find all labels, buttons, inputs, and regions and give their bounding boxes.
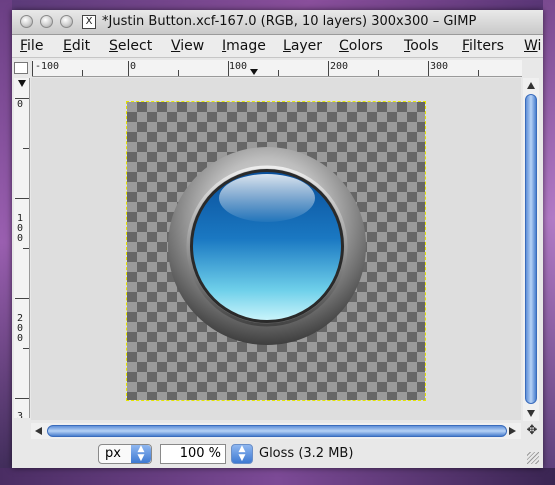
desktop-background-right [543,0,555,485]
glossy-button-artwork [168,147,366,345]
minimize-window-button[interactable] [40,15,53,28]
window-title: *Justin Button.xcf-167.0 (RGB, 10 layers… [102,14,477,29]
menu-image[interactable]: Image [222,38,266,54]
scroll-up-arrow-icon[interactable] [527,82,535,89]
navigate-icon[interactable]: ✥ [524,423,540,439]
ruler-label: 100 [229,61,248,72]
ruler-label: 300 [430,61,449,72]
x11-app-icon: X [82,15,96,29]
ruler-label: 3 [16,411,24,419]
desktop-background-bottom [0,468,555,485]
menu-colors[interactable]: Colors [339,38,383,54]
horizontal-scroll-thumb[interactable] [47,425,507,437]
scroll-down-arrow-icon[interactable] [527,410,535,417]
gloss-highlight [219,174,315,222]
resize-grip-icon[interactable] [527,452,539,464]
ruler-label: 2 0 0 [16,313,24,344]
unit-value: px [105,446,121,461]
ruler-label: 0 [130,61,137,72]
pointer-position-marker [18,80,26,87]
unit-selector[interactable]: px ▲ ▼ [98,444,152,464]
zoom-selector-up-down-arrows-icon[interactable]: ▲ ▼ [231,444,253,464]
menu-view[interactable]: View [171,38,204,54]
vertical-scroll-thumb[interactable] [525,94,537,404]
ruler-label: 200 [330,61,349,72]
vertical-scrollbar[interactable] [523,78,539,421]
zoom-input[interactable]: 100 % [160,444,226,464]
ruler-label: -100 [35,61,60,72]
pointer-position-marker [250,69,258,75]
status-message: Gloss (3.2 MB) [259,446,354,461]
horizontal-ruler[interactable]: -100 0 100 200 300 [32,60,522,77]
menu-file[interactable]: File [20,38,43,54]
menu-tools[interactable]: Tools [404,38,439,54]
menu-layer[interactable]: Layer [283,38,322,54]
status-bar: px ▲ ▼ 100 % ▲ ▼ Gloss (3.2 MB) [12,441,543,468]
menu-filters[interactable]: Filters [462,38,504,54]
menu-edit[interactable]: Edit [63,38,90,54]
scroll-right-arrow-icon[interactable] [509,427,516,435]
title-bar[interactable]: X *Justin Button.xcf-167.0 (RGB, 10 laye… [12,10,543,35]
vertical-ruler[interactable]: 0 1 0 0 2 0 0 3 [14,78,30,418]
up-down-arrows-icon[interactable]: ▲ ▼ [131,445,151,463]
ruler-label: 0 [16,99,24,110]
quick-mask-toggle[interactable] [14,62,28,74]
zoom-window-button[interactable] [60,15,73,28]
menu-select[interactable]: Select [109,38,152,54]
menu-bar: File Edit Select View Image Layer Colors… [12,35,543,58]
desktop-background-left [0,0,12,485]
gimp-image-window: X *Justin Button.xcf-167.0 (RGB, 10 laye… [12,10,543,468]
scroll-left-arrow-icon[interactable] [35,427,42,435]
close-window-button[interactable] [20,15,33,28]
image-canvas[interactable] [126,101,426,401]
canvas-area[interactable] [31,78,521,420]
horizontal-scrollbar[interactable] [31,423,521,439]
ruler-label: 1 0 0 [16,213,24,244]
menu-windows[interactable]: Wi [524,38,541,54]
